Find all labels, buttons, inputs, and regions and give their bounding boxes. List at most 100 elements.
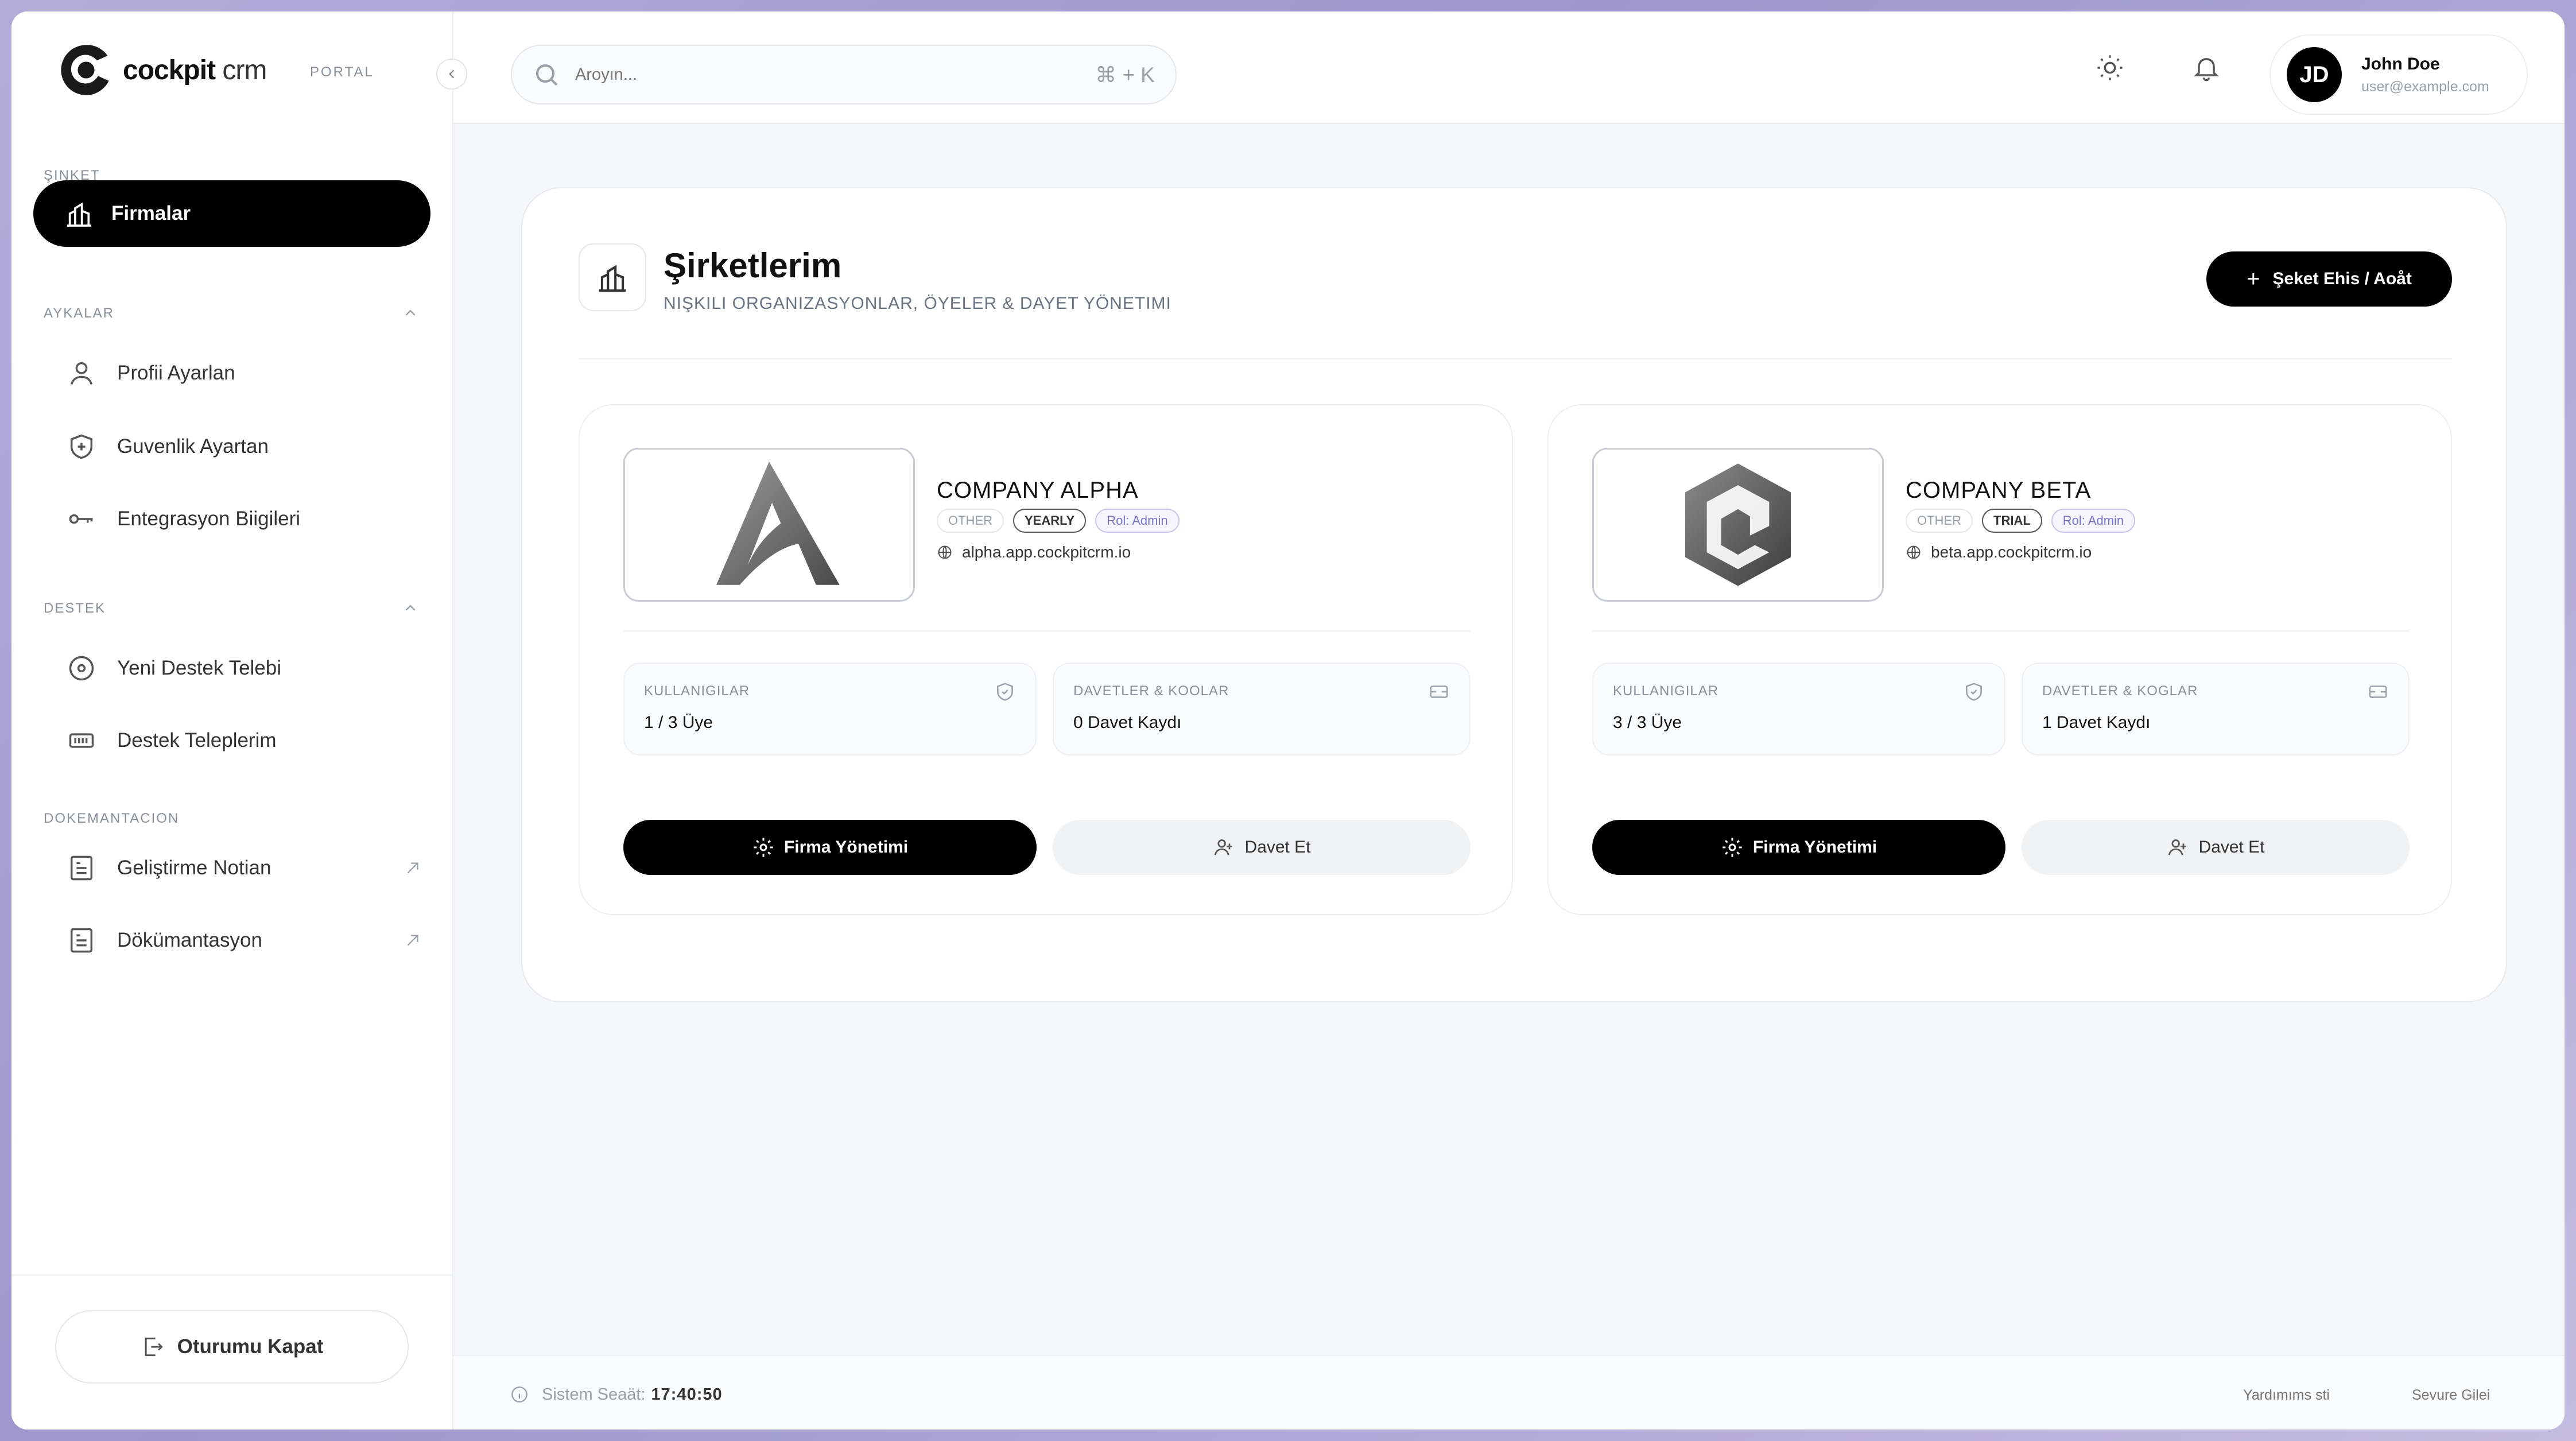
role-badge: Rol: Admin (1095, 509, 1180, 533)
sidebar-item-documentation[interactable]: Dökümantasyon (67, 913, 422, 968)
sidebar-item-label: Firmalar (111, 202, 191, 224)
invites-stat: DAVETLER & KOOLAR 0 Davet Kaydı (1053, 663, 1471, 756)
invite-label: Davet Et (2198, 838, 2265, 857)
user-plus-icon (2168, 839, 2187, 855)
clock-label: Sistem Seaät: (542, 1385, 646, 1404)
theme-toggle-button[interactable] (2093, 51, 2127, 85)
search-icon (536, 64, 558, 86)
section-docs-label: DOKEMANTACION (44, 811, 180, 826)
avatar: JD (2287, 47, 2342, 102)
manage-label: Firma Yönetimi (783, 838, 909, 857)
globe-icon (1907, 545, 1921, 559)
sidebar: cockpit crm PORTAL ŞINKET Firmalar AYKAL… (11, 11, 453, 1430)
stat-label: DAVETLER & KOGLAR (2042, 683, 2198, 699)
company-card-beta: COMPANY BETA OTHER TRIAL Rol: Admin beta… (1547, 404, 2452, 915)
stat-value: 1 / 3 Üye (644, 713, 713, 732)
stat-label: DAVETLER & KOOLAR (1073, 683, 1229, 699)
domain-text: alpha.app.cockpitcrm.io (962, 543, 1131, 561)
page-subtitle: NIŞKILI ORGANIZASYONLAR, ÖYELER & DAYET … (664, 294, 1171, 313)
sidebar-item-label: Profii Ayarlan (117, 362, 235, 384)
stat-label: KULLANIGILAR (1613, 683, 1719, 699)
company-name: COMPANY ALPHA (937, 478, 1139, 503)
company-manage-button[interactable]: Firma Yönetimi (623, 820, 1037, 875)
brand[interactable]: cockpit crm (56, 36, 267, 104)
user-name: John Doe (2361, 54, 2440, 73)
sidebar-item-label: Dökümantasyon (117, 929, 262, 951)
stat-label: KULLANIGILAR (644, 683, 750, 699)
company-manage-button[interactable]: Firma Yönetimi (1592, 820, 2005, 875)
company-domain[interactable]: alpha.app.cockpitcrm.io (937, 543, 1131, 561)
brand-name: cockpit crm (123, 55, 267, 86)
user-plus-icon (1215, 839, 1233, 855)
sidebar-item-my-tickets[interactable]: Destek Teleplerim (67, 713, 422, 768)
card-divider (1592, 630, 2410, 632)
help-link[interactable]: Yardımıms sti (2243, 1387, 2330, 1404)
sidebar-item-security-settings[interactable]: Guvenlik Ayartan (67, 419, 422, 474)
search-bar[interactable]: ⌘ + K (511, 45, 1177, 104)
stat-value: 0 Davet Kaydı (1073, 713, 1182, 732)
sidebar-item-label: Yeni Destek Telebi (117, 657, 282, 679)
secure-link[interactable]: Sevure Gilei (2412, 1387, 2490, 1404)
company-logo (1592, 448, 1884, 602)
gear-icon (1722, 838, 1742, 857)
section-support-label: DESTEK (44, 601, 106, 616)
shield-check-icon (997, 683, 1013, 701)
stat-value: 3 / 3 Üye (1613, 713, 1682, 732)
gear-icon (754, 838, 773, 857)
sidebar-item-dev-notes[interactable]: Geliştirme Notian (67, 840, 422, 896)
invite-label: Davet Et (1244, 838, 1311, 857)
plan-badge: YEARLY (1013, 509, 1087, 533)
chevron-up-icon[interactable] (402, 304, 419, 321)
sidebar-item-label: Guvenlik Ayartan (117, 435, 269, 458)
collapse-sidebar-button[interactable] (436, 59, 467, 90)
logout-icon (145, 1337, 163, 1357)
beta-logo-icon (1685, 463, 1791, 586)
chevron-left-icon (449, 69, 455, 79)
search-shortcut: ⌘ + K (1095, 63, 1155, 87)
divider (579, 358, 2452, 359)
plus-icon: + (2247, 266, 2260, 292)
role-badge: Rol: Admin (2051, 509, 2136, 533)
sidebar-item-new-ticket[interactable]: Yeni Destek Telebi (67, 641, 422, 696)
status-footer: Sistem Seaät: 17:40:50 Yardımıms sti Sev… (453, 1355, 2565, 1430)
sun-icon (2097, 55, 2123, 80)
plan-badge: TRIAL (1982, 509, 2042, 533)
add-company-button[interactable]: + Şeket Ehis / Aoåt (2206, 251, 2452, 307)
globe-icon (938, 545, 952, 559)
bell-icon (2194, 58, 2219, 82)
sidebar-item-label: Destek Teleplerim (117, 729, 277, 752)
logout-button[interactable]: Oturumu Kapat (55, 1310, 409, 1384)
sidebar-item-profile-settings[interactable]: Profii Ayarlan (67, 346, 422, 401)
alpha-logo-icon (716, 462, 840, 585)
sidebar-item-label: Entegrasyon Biigileri (117, 508, 301, 530)
stat-value: 1 Davet Kaydı (2042, 713, 2151, 732)
companies-panel: Şirketlerim NIŞKILI ORGANIZASYONLAR, ÖYE… (521, 187, 2507, 1002)
user-profile[interactable]: JD John Doe user@example.com (2269, 34, 2528, 115)
sidebar-item-firmalar[interactable]: Firmalar (33, 180, 430, 247)
domain-text: beta.app.cockpitcrm.io (1931, 543, 2092, 561)
invite-button[interactable]: Davet Et (1053, 820, 1471, 875)
ticket-icon (2369, 685, 2387, 698)
sidebar-item-integration[interactable]: Entegrasyon Biigileri (67, 491, 422, 547)
company-logo (623, 448, 915, 602)
shield-plus-icon (70, 434, 93, 459)
building-chart-icon (67, 202, 91, 227)
portal-label: PORTAL (310, 64, 374, 80)
invite-button[interactable]: Davet Et (2022, 820, 2410, 875)
company-domain[interactable]: beta.app.cockpitcrm.io (1906, 543, 2092, 561)
users-stat: KULLANIGILAR 1 / 3 Üye (623, 663, 1037, 756)
company-badges: OTHER TRIAL Rol: Admin (1906, 509, 2136, 533)
category-badge: OTHER (1906, 509, 1973, 533)
search-input[interactable] (575, 65, 1096, 84)
shield-check-icon (1966, 683, 1982, 701)
company-card-alpha: COMPANY ALPHA OTHER YEARLY Rol: Admin al… (579, 404, 1513, 915)
section-settings-label: AYKALAR (44, 305, 114, 321)
ticket-icon (69, 733, 94, 748)
user-icon (70, 362, 93, 385)
chevron-up-icon[interactable] (402, 599, 419, 617)
title-icon-box (579, 243, 646, 311)
profile-text: John Doe user@example.com (2361, 55, 2489, 95)
info-icon (511, 1386, 527, 1403)
target-circle-icon (69, 656, 94, 681)
notifications-button[interactable] (2189, 51, 2224, 85)
